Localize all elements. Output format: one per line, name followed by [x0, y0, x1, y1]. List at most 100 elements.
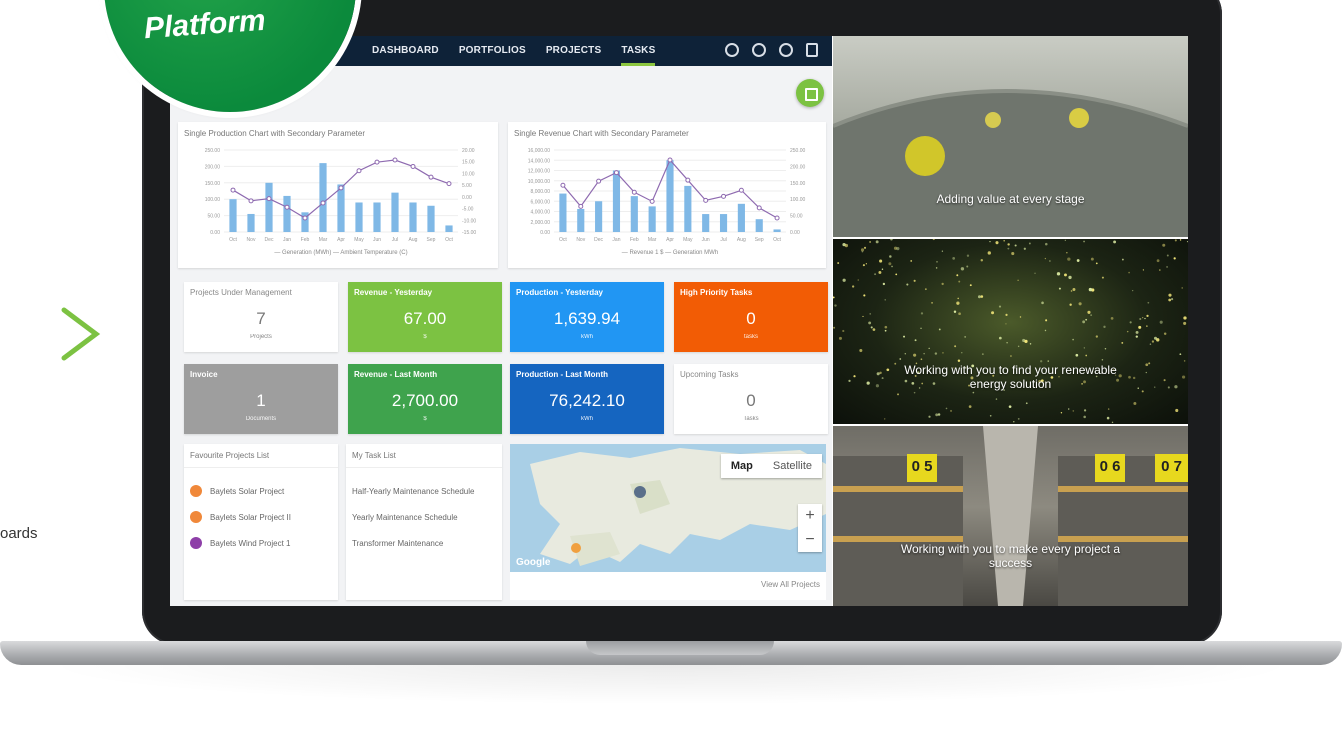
kpi-value: 1,639.94 [553, 309, 621, 328]
light-speck [863, 246, 867, 249]
x-tick-label: Mar [648, 237, 657, 243]
kpi-upcoming-tasks[interactable]: Upcoming Tasks 0 Tasks [674, 364, 828, 434]
nav-dashboard[interactable]: DASHBOARD [372, 36, 439, 66]
light-speck [991, 311, 995, 315]
light-speck [1171, 298, 1174, 301]
y2-tick-label: 0.00 [462, 195, 472, 201]
light-speck [1058, 287, 1061, 290]
x-tick-label: Oct [445, 237, 453, 243]
light-speck [1181, 287, 1183, 289]
light-speck [860, 248, 865, 252]
edit-dashboard-button[interactable] [796, 79, 824, 107]
task-item[interactable]: Transformer Maintenance [346, 530, 502, 556]
warehouse-image [833, 426, 1188, 606]
view-all-projects-link[interactable]: View All Projects [510, 572, 826, 600]
help-icon[interactable] [779, 43, 793, 57]
line-point [560, 182, 566, 188]
favourite-project-label: Baylets Solar Project [210, 486, 285, 496]
favourite-project-item[interactable]: Baylets Solar Project II [184, 504, 338, 530]
kpi-revenue-last-month[interactable]: Revenue - Last Month 2,700.00 $ [348, 364, 502, 434]
favourite-project-item[interactable]: Baylets Wind Project 1 [184, 530, 338, 556]
x-tick-label: Aug [737, 237, 746, 243]
x-tick-label: Dec [594, 237, 603, 243]
light-speck [1142, 316, 1144, 319]
light-speck [956, 274, 959, 277]
light-speck [1090, 257, 1094, 261]
line-point [302, 215, 308, 221]
bar [355, 202, 363, 232]
line-point [613, 170, 619, 176]
light-speck [923, 352, 925, 355]
light-speck [1174, 239, 1177, 242]
light-speck [1159, 320, 1163, 324]
light-speck [1129, 321, 1132, 324]
x-tick-label: Jan [283, 237, 291, 243]
line-point [428, 174, 434, 180]
bar [666, 160, 674, 232]
satellite-view-button[interactable]: Satellite [763, 454, 822, 478]
task-item[interactable]: Yearly Maintenance Schedule [346, 504, 502, 530]
light-speck [1146, 314, 1149, 318]
light-speck [1173, 257, 1176, 260]
light-speck [1082, 320, 1086, 324]
light-speck [1163, 332, 1167, 335]
zoom-out-button[interactable]: − [798, 528, 822, 552]
bar [445, 225, 453, 232]
kpi-revenue-yesterday[interactable]: Revenue - Yesterday 67.00 $ [348, 282, 502, 352]
light-speck [961, 352, 963, 354]
y2-tick-label: 50.00 [790, 214, 803, 220]
map-view-button[interactable]: Map [721, 454, 763, 478]
light-speck [879, 259, 883, 263]
y2-tick-label: 250.00 [790, 148, 806, 154]
light-speck [1083, 347, 1086, 349]
y-tick-label: 2,000.00 [531, 220, 551, 226]
light-speck [1085, 354, 1088, 357]
user-icon[interactable] [752, 43, 766, 57]
x-tick-label: Apr [337, 237, 345, 243]
photo-panel-biogas: Adding value at every stage [833, 36, 1188, 237]
projects-map[interactable]: Map Satellite + − Google [510, 444, 826, 572]
light-speck [884, 299, 886, 301]
kpi-projects[interactable]: Projects Under Management 7 Projects [184, 282, 338, 352]
kpi-production-last-month[interactable]: Production - Last Month 76,242.10 kWh [510, 364, 664, 434]
light-speck [1017, 417, 1020, 420]
kpi-high-priority-tasks[interactable]: High Priority Tasks 0 tasks [674, 282, 828, 352]
light-speck [936, 261, 938, 263]
kpi-invoice[interactable]: Invoice 1 Documents [184, 364, 338, 434]
light-speck [910, 260, 913, 262]
y-tick-label: 14,000.00 [528, 158, 550, 164]
kpi-production-yesterday[interactable]: Production - Yesterday 1,639.94 kWh [510, 282, 664, 352]
photo-caption: Working with you to find your renewable … [904, 363, 1117, 391]
x-tick-label: Jul [720, 237, 726, 243]
light-speck [920, 327, 922, 330]
laptop-screen: DASHBOARD PORTFOLIOS PROJECTS TASKS Sing… [170, 36, 1188, 606]
nav-tasks[interactable]: TASKS [621, 36, 656, 66]
nav-projects[interactable]: PROJECTS [546, 36, 602, 66]
light-speck [1028, 242, 1031, 245]
line-point [320, 200, 326, 206]
y-tick-label: 10,000.00 [528, 179, 550, 185]
revenue-chart-title: Single Revenue Chart with Secondary Para… [514, 129, 689, 138]
nav-portfolios[interactable]: PORTFOLIOS [459, 36, 526, 66]
light-speck [957, 297, 959, 300]
light-speck [998, 305, 1002, 308]
y-tick-label: 100.00 [205, 197, 221, 203]
light-speck [868, 321, 872, 325]
page: oards DASHBOARD PORTFOLIOS PROJECTS TASK… [0, 0, 1342, 742]
light-speck [833, 296, 835, 299]
light-speck [920, 312, 924, 315]
light-speck [1147, 301, 1150, 304]
favourite-project-item[interactable]: Baylets Solar Project [184, 478, 338, 504]
light-speck [977, 295, 981, 299]
light-speck [1159, 269, 1161, 271]
task-item[interactable]: Half-Yearly Maintenance Schedule [346, 478, 502, 504]
zoom-in-button[interactable]: + [798, 504, 822, 528]
line-point [578, 203, 584, 209]
bar [684, 185, 692, 232]
globe-icon[interactable] [725, 43, 739, 57]
kpi-value: 7 [256, 309, 266, 328]
light-speck [941, 250, 944, 252]
logout-icon[interactable] [806, 43, 818, 57]
light-speck [1011, 251, 1015, 256]
chevron-right-icon[interactable] [58, 306, 102, 362]
